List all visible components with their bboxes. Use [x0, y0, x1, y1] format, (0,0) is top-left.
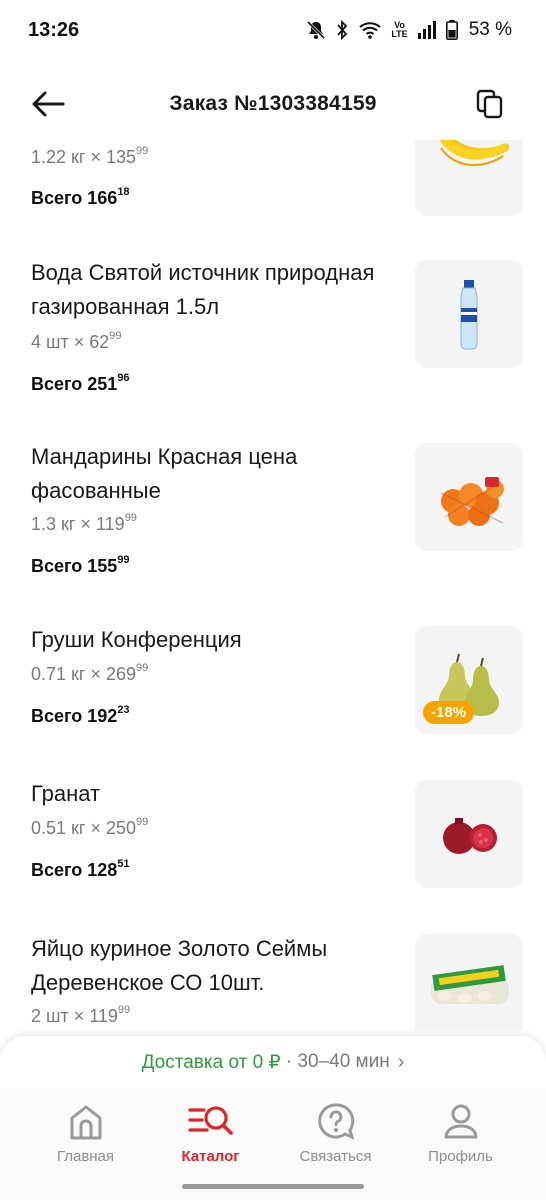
catalog-search-icon	[187, 1106, 233, 1135]
product-thumbnail[interactable]	[415, 140, 523, 216]
mute-bell-icon	[306, 20, 326, 40]
item-qty-cents: 99	[136, 145, 149, 157]
nav-label-catalog: Каталог	[181, 1148, 240, 1165]
wifi-icon	[358, 20, 382, 40]
nav-label-home: Главная	[56, 1148, 115, 1165]
item-name: Яйцо куриное Золото Сеймы Деревенское СО…	[31, 936, 328, 995]
item-total-cents: 96	[117, 372, 130, 384]
item-qty-text: 0.51 кг × 250	[31, 818, 137, 838]
copy-icon	[476, 89, 503, 119]
item-name: Груши Конференция	[31, 627, 242, 652]
nav-label-profile: Профиль	[428, 1148, 493, 1165]
copy-button[interactable]	[470, 84, 510, 124]
item-quantity: 4 шт × 6299	[31, 330, 122, 353]
item-total: Всего 12851	[31, 858, 130, 881]
back-button[interactable]	[26, 86, 70, 122]
delivery-price: Доставка от 0 ₽	[141, 1051, 281, 1073]
water-bottle-image	[460, 280, 478, 350]
item-total-text: Всего 155	[31, 556, 118, 576]
delivery-time: 30–40 мин	[297, 1051, 390, 1072]
status-time: 13:26	[28, 18, 80, 41]
battery-icon	[445, 20, 458, 40]
product-thumbnail[interactable]: -18%	[415, 626, 523, 734]
nav-item-home[interactable]: Главная	[23, 1088, 148, 1200]
profile-icon	[444, 1104, 477, 1139]
item-qty-cents: 99	[117, 1004, 131, 1016]
status-bar: 13:26 Vo LTE 53 %	[0, 0, 546, 60]
nav-item-profile[interactable]: Профиль	[398, 1088, 523, 1200]
nav-label-contact: Связаться	[299, 1148, 372, 1165]
order-items-list[interactable]: 1.22 кг × 13599 Всего 16618 Вода Святой …	[0, 140, 546, 1030]
status-icons: Vo LTE 53 %	[306, 19, 512, 41]
item-qty-text: 2 шт × 119	[31, 1006, 118, 1026]
header: Заказ №1303384159	[0, 74, 546, 134]
item-total: Всего 19223	[31, 704, 130, 727]
arrow-left-icon	[32, 91, 65, 117]
discount-badge: -18%	[423, 701, 475, 724]
chevron-right-icon: ›	[397, 1050, 405, 1073]
item-quantity: 0.71 кг × 26999	[31, 662, 149, 685]
product-thumbnail[interactable]	[415, 443, 523, 551]
help-chat-icon	[317, 1103, 354, 1140]
item-quantity: 1.22 кг × 13599	[31, 145, 149, 168]
home-icon	[70, 1105, 101, 1140]
home-indicator[interactable]	[182, 1184, 364, 1189]
volte-indicator: Vo LTE	[391, 21, 407, 39]
item-quantity: 2 шт × 11999	[31, 1004, 131, 1027]
item-total: Всего 25196	[31, 372, 130, 395]
item-total-text: Всего 192	[31, 706, 118, 726]
item-total: Всего 16618	[31, 186, 130, 209]
item-qty-cents: 99	[124, 512, 137, 524]
item-total-cents: 99	[117, 554, 130, 566]
item-qty-text: 4 шт × 62	[31, 332, 110, 352]
item-qty-cents: 99	[136, 816, 149, 828]
battery-percent: 53 %	[468, 19, 512, 40]
item-total-cents: 23	[117, 704, 130, 716]
item-total-cents: 18	[117, 186, 130, 198]
item-name: Мандарины Красная цена фасованные	[31, 444, 298, 503]
product-thumbnail[interactable]	[415, 780, 523, 888]
item-quantity: 1.3 кг × 11999	[31, 512, 137, 535]
item-qty-text: 0.71 кг × 269	[31, 664, 137, 684]
bluetooth-icon	[335, 20, 349, 40]
page-title: Заказ №1303384159	[169, 92, 377, 115]
signal-icon	[417, 21, 437, 39]
banana-image	[439, 140, 509, 167]
item-qty-text: 1.22 кг × 135	[31, 147, 137, 167]
item-total-cents: 51	[117, 858, 130, 870]
item-total-text: Всего 251	[31, 374, 118, 394]
product-thumbnail[interactable]	[415, 934, 523, 1030]
item-qty-cents: 99	[109, 330, 122, 342]
delivery-banner[interactable]: Доставка от 0 ₽ · 30–40 мин ›	[0, 1036, 546, 1088]
item-quantity: 0.51 кг × 25099	[31, 816, 149, 839]
mandarins-image	[440, 477, 504, 526]
volte-line2: LTE	[391, 29, 408, 39]
item-total-text: Всего 128	[31, 860, 118, 880]
item-qty-cents: 99	[136, 662, 149, 674]
item-total: Всего 15599	[31, 554, 130, 577]
product-thumbnail[interactable]	[415, 260, 523, 368]
eggs-image	[431, 965, 509, 1004]
item-name: Вода Святой источник природная газирован…	[31, 260, 375, 319]
item-total-text: Всего 166	[31, 188, 118, 208]
delivery-separator: ·	[280, 1051, 298, 1072]
item-qty-text: 1.3 кг × 119	[31, 514, 125, 534]
pomegranate-image	[443, 818, 497, 854]
item-name: Гранат	[31, 781, 101, 806]
